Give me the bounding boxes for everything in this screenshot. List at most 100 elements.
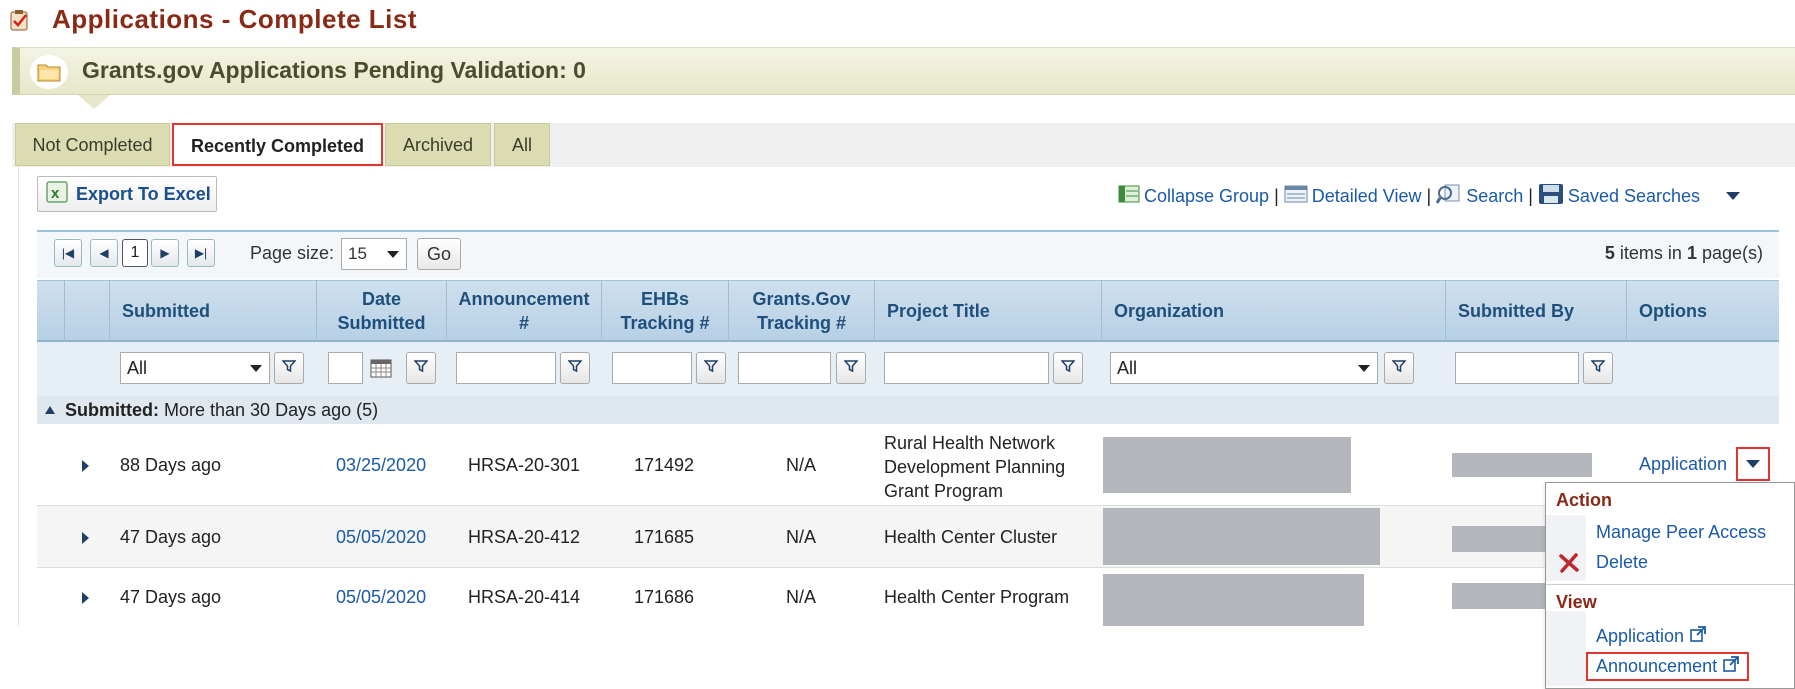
- announcement-filter-button[interactable]: [560, 352, 590, 384]
- row-submitted: 47 Days ago: [120, 587, 222, 607]
- export-to-excel-button[interactable]: x Export To Excel: [37, 176, 217, 212]
- row-project-title: Rural Health Network Development Plannin…: [884, 431, 1065, 503]
- tab-all[interactable]: All: [494, 123, 550, 166]
- header-announcement[interactable]: Announcement #: [446, 280, 601, 342]
- application-link[interactable]: Application: [1639, 454, 1727, 475]
- ehbs-filter-button[interactable]: [696, 352, 726, 384]
- external-link-icon: [1690, 626, 1706, 647]
- search-label: Search: [1466, 185, 1524, 206]
- row-date: 05/05/2020: [336, 587, 427, 607]
- organization-filter-button[interactable]: [1384, 352, 1414, 384]
- banner-notch: [78, 95, 110, 109]
- tab-recently-completed[interactable]: Recently Completed: [172, 123, 383, 166]
- row-grants: N/A: [786, 455, 817, 475]
- header-ehbs-line2: Tracking #: [620, 313, 710, 333]
- redacted-submitted-by: [1452, 453, 1592, 477]
- options-menu: Action Manage Peer Access Delete View Ap…: [1545, 482, 1795, 689]
- chevron-down-icon: [250, 365, 262, 372]
- detailed-view-icon: [1284, 184, 1308, 209]
- row-ehbs: 171492: [634, 455, 695, 475]
- calendar-icon[interactable]: [366, 352, 396, 384]
- grants-filter-button[interactable]: [836, 352, 866, 384]
- view-application-menu-item[interactable]: Application: [1596, 626, 1706, 647]
- tab-not-completed[interactable]: Not Completed: [15, 123, 170, 166]
- project-title-line: Grant Program: [884, 481, 1004, 501]
- search-link[interactable]: Search: [1435, 183, 1524, 210]
- expand-row-icon[interactable]: [82, 532, 89, 544]
- group-row[interactable]: Submitted: More than 30 Days ago (5): [37, 396, 1779, 424]
- first-page-icon: |◀: [61, 246, 75, 260]
- view-application-label: Application: [1596, 626, 1685, 646]
- expand-row-icon[interactable]: [82, 460, 89, 472]
- project-title-line: Rural Health Network: [884, 433, 1056, 453]
- header-submitted-by[interactable]: Submitted By: [1445, 280, 1626, 342]
- previous-page-icon: ◀: [99, 246, 109, 260]
- menu-divider: [1546, 584, 1794, 585]
- chevron-down-icon: [1358, 365, 1370, 372]
- svg-text:x: x: [51, 185, 60, 202]
- saved-searches-dropdown-icon[interactable]: [1726, 192, 1741, 200]
- page-size-label: Page size:: [250, 243, 335, 263]
- go-button[interactable]: Go: [417, 238, 461, 270]
- last-page-button[interactable]: ▶|: [187, 239, 215, 267]
- submitted-by-filter-input[interactable]: [1455, 352, 1579, 384]
- save-disk-icon: [1538, 183, 1564, 210]
- next-page-icon: ▶: [160, 246, 170, 260]
- announcement-filter-input[interactable]: [456, 352, 556, 384]
- collapse-group-icon: [1118, 184, 1140, 209]
- grants-filter-input[interactable]: [738, 352, 831, 384]
- collapse-group-triangle-icon[interactable]: [45, 406, 55, 414]
- next-page-button[interactable]: ▶: [151, 239, 179, 267]
- header-organization[interactable]: Organization: [1101, 280, 1445, 342]
- row-submitted: 47 Days ago: [120, 527, 222, 547]
- clipboard-check-icon: [10, 9, 30, 31]
- page-title: Applications - Complete List: [52, 4, 418, 34]
- header-date-line1: Date: [361, 289, 401, 309]
- filter-icon: [413, 359, 429, 378]
- group-value: More than 30 Days ago (5): [159, 399, 379, 420]
- submitted-filter-select[interactable]: All: [120, 352, 270, 384]
- group-label: Submitted:: [65, 399, 159, 420]
- page-size-select[interactable]: 15: [341, 238, 407, 270]
- row-date: 05/05/2020: [336, 527, 427, 547]
- submitted-by-filter-button[interactable]: [1583, 352, 1613, 384]
- row-submitted: 88 Days ago: [120, 455, 222, 475]
- view-announcement-menu-item[interactable]: Announcement: [1586, 652, 1750, 681]
- date-filter-input[interactable]: [328, 352, 363, 384]
- header-spacer: [37, 280, 64, 342]
- header-ehbs-tracking[interactable]: EHBs Tracking #: [601, 280, 728, 342]
- header-date-submitted[interactable]: Date Submitted: [316, 280, 446, 342]
- manage-peer-access-menu-item[interactable]: Manage Peer Access: [1596, 522, 1766, 543]
- tab-archived[interactable]: Archived: [385, 123, 491, 166]
- header-submitted[interactable]: Submitted: [109, 280, 316, 342]
- pages-suffix: page(s): [1696, 243, 1763, 263]
- header-grants-line2: Tracking #: [756, 313, 847, 333]
- row-announcement: HRSA-20-414: [468, 587, 581, 607]
- detailed-view-link[interactable]: Detailed View: [1284, 184, 1422, 209]
- collapse-group-link[interactable]: Collapse Group: [1118, 184, 1269, 209]
- ehbs-filter-input[interactable]: [612, 352, 692, 384]
- filter-icon: [1590, 359, 1606, 378]
- filter-icon: [281, 359, 297, 378]
- toolbar-separator: |: [1528, 185, 1533, 206]
- options-dropdown-button[interactable]: [1736, 447, 1770, 481]
- project-title-filter-input[interactable]: [884, 352, 1049, 384]
- header-project-title[interactable]: Project Title: [874, 280, 1101, 342]
- row-date: 03/25/2020: [336, 455, 427, 475]
- date-filter-button[interactable]: [406, 352, 436, 384]
- row-announcement: HRSA-20-412: [468, 527, 581, 547]
- expand-row-icon[interactable]: [82, 592, 89, 604]
- first-page-button[interactable]: |◀: [54, 239, 82, 267]
- grid-toolbar: Collapse Group | Detailed View | Search …: [1118, 183, 1741, 210]
- organization-filter-select[interactable]: All: [1110, 352, 1378, 384]
- header-grants-tracking[interactable]: Grants.Gov Tracking #: [728, 280, 874, 342]
- submitted-filter-button[interactable]: [274, 352, 304, 384]
- project-title-filter-button[interactable]: [1053, 352, 1083, 384]
- current-page-button[interactable]: 1: [122, 239, 148, 267]
- saved-searches-label: Saved Searches: [1567, 185, 1701, 206]
- toolbar-separator: |: [1426, 185, 1432, 206]
- saved-searches-link[interactable]: Saved Searches: [1538, 183, 1700, 210]
- delete-menu-item[interactable]: Delete: [1596, 552, 1648, 573]
- previous-page-button[interactable]: ◀: [90, 239, 118, 267]
- header-expand: [64, 280, 109, 342]
